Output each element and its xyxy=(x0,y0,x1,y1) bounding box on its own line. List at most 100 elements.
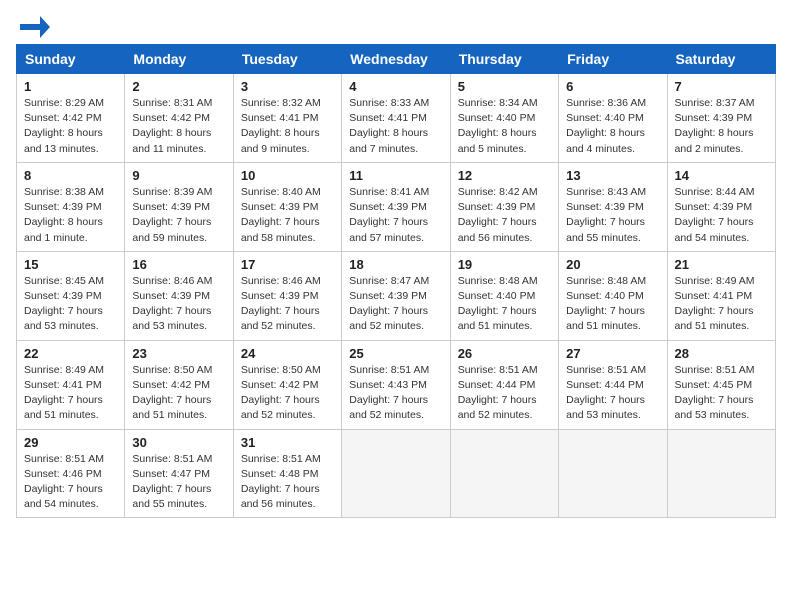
daylight-label: Daylight: 8 hours and 13 minutes. xyxy=(24,127,103,154)
sunrise-label: Sunrise: 8:36 AM xyxy=(566,97,646,109)
sunrise-label: Sunrise: 8:42 AM xyxy=(458,186,538,198)
day-number: 17 xyxy=(241,257,334,272)
day-number: 3 xyxy=(241,79,334,94)
weekday-header-saturday: Saturday xyxy=(667,45,775,74)
sunrise-label: Sunrise: 8:48 AM xyxy=(458,275,538,287)
sunrise-label: Sunrise: 8:43 AM xyxy=(566,186,646,198)
day-number: 19 xyxy=(458,257,551,272)
day-detail: Sunrise: 8:45 AM Sunset: 4:39 PM Dayligh… xyxy=(24,274,117,335)
day-detail: Sunrise: 8:43 AM Sunset: 4:39 PM Dayligh… xyxy=(566,185,659,246)
calendar-cell: 23 Sunrise: 8:50 AM Sunset: 4:42 PM Dayl… xyxy=(125,340,233,429)
calendar-week-4: 22 Sunrise: 8:49 AM Sunset: 4:41 PM Dayl… xyxy=(17,340,776,429)
sunset-label: Sunset: 4:47 PM xyxy=(132,468,210,480)
weekday-header-row: SundayMondayTuesdayWednesdayThursdayFrid… xyxy=(17,45,776,74)
daylight-label: Daylight: 7 hours and 53 minutes. xyxy=(566,394,645,421)
sunset-label: Sunset: 4:39 PM xyxy=(566,201,644,213)
day-detail: Sunrise: 8:49 AM Sunset: 4:41 PM Dayligh… xyxy=(675,274,768,335)
day-detail: Sunrise: 8:51 AM Sunset: 4:48 PM Dayligh… xyxy=(241,452,334,513)
day-number: 8 xyxy=(24,168,117,183)
sunset-label: Sunset: 4:39 PM xyxy=(132,201,210,213)
calendar-cell: 7 Sunrise: 8:37 AM Sunset: 4:39 PM Dayli… xyxy=(667,74,775,163)
calendar-cell: 15 Sunrise: 8:45 AM Sunset: 4:39 PM Dayl… xyxy=(17,251,125,340)
day-number: 25 xyxy=(349,346,442,361)
daylight-label: Daylight: 7 hours and 55 minutes. xyxy=(566,216,645,243)
sunrise-label: Sunrise: 8:51 AM xyxy=(566,364,646,376)
calendar-cell: 29 Sunrise: 8:51 AM Sunset: 4:46 PM Dayl… xyxy=(17,429,125,518)
sunset-label: Sunset: 4:41 PM xyxy=(675,290,753,302)
day-detail: Sunrise: 8:29 AM Sunset: 4:42 PM Dayligh… xyxy=(24,96,117,157)
calendar-cell: 30 Sunrise: 8:51 AM Sunset: 4:47 PM Dayl… xyxy=(125,429,233,518)
calendar-cell: 28 Sunrise: 8:51 AM Sunset: 4:45 PM Dayl… xyxy=(667,340,775,429)
daylight-label: Daylight: 7 hours and 54 minutes. xyxy=(675,216,754,243)
day-detail: Sunrise: 8:37 AM Sunset: 4:39 PM Dayligh… xyxy=(675,96,768,157)
sunrise-label: Sunrise: 8:50 AM xyxy=(241,364,321,376)
calendar-header: SundayMondayTuesdayWednesdayThursdayFrid… xyxy=(17,45,776,74)
weekday-header-friday: Friday xyxy=(559,45,667,74)
sunset-label: Sunset: 4:42 PM xyxy=(132,379,210,391)
weekday-header-sunday: Sunday xyxy=(17,45,125,74)
page-header xyxy=(16,16,776,32)
calendar-cell: 18 Sunrise: 8:47 AM Sunset: 4:39 PM Dayl… xyxy=(342,251,450,340)
daylight-label: Daylight: 7 hours and 52 minutes. xyxy=(349,394,428,421)
day-detail: Sunrise: 8:31 AM Sunset: 4:42 PM Dayligh… xyxy=(132,96,225,157)
day-detail: Sunrise: 8:36 AM Sunset: 4:40 PM Dayligh… xyxy=(566,96,659,157)
calendar-cell: 31 Sunrise: 8:51 AM Sunset: 4:48 PM Dayl… xyxy=(233,429,341,518)
daylight-label: Daylight: 7 hours and 52 minutes. xyxy=(241,305,320,332)
sunrise-label: Sunrise: 8:33 AM xyxy=(349,97,429,109)
calendar-cell: 12 Sunrise: 8:42 AM Sunset: 4:39 PM Dayl… xyxy=(450,162,558,251)
calendar-cell: 10 Sunrise: 8:40 AM Sunset: 4:39 PM Dayl… xyxy=(233,162,341,251)
day-number: 5 xyxy=(458,79,551,94)
day-detail: Sunrise: 8:51 AM Sunset: 4:47 PM Dayligh… xyxy=(132,452,225,513)
sunset-label: Sunset: 4:39 PM xyxy=(675,201,753,213)
calendar-cell: 11 Sunrise: 8:41 AM Sunset: 4:39 PM Dayl… xyxy=(342,162,450,251)
daylight-label: Daylight: 7 hours and 51 minutes. xyxy=(24,394,103,421)
sunrise-label: Sunrise: 8:45 AM xyxy=(24,275,104,287)
sunrise-label: Sunrise: 8:40 AM xyxy=(241,186,321,198)
daylight-label: Daylight: 7 hours and 51 minutes. xyxy=(458,305,537,332)
sunrise-label: Sunrise: 8:44 AM xyxy=(675,186,755,198)
day-number: 1 xyxy=(24,79,117,94)
sunset-label: Sunset: 4:44 PM xyxy=(458,379,536,391)
weekday-header-tuesday: Tuesday xyxy=(233,45,341,74)
sunrise-label: Sunrise: 8:51 AM xyxy=(241,453,321,465)
day-detail: Sunrise: 8:40 AM Sunset: 4:39 PM Dayligh… xyxy=(241,185,334,246)
day-number: 22 xyxy=(24,346,117,361)
day-number: 11 xyxy=(349,168,442,183)
sunrise-label: Sunrise: 8:29 AM xyxy=(24,97,104,109)
calendar-cell: 13 Sunrise: 8:43 AM Sunset: 4:39 PM Dayl… xyxy=(559,162,667,251)
day-number: 13 xyxy=(566,168,659,183)
day-detail: Sunrise: 8:51 AM Sunset: 4:45 PM Dayligh… xyxy=(675,363,768,424)
sunset-label: Sunset: 4:44 PM xyxy=(566,379,644,391)
sunset-label: Sunset: 4:39 PM xyxy=(241,201,319,213)
logo xyxy=(16,16,50,32)
calendar-cell: 19 Sunrise: 8:48 AM Sunset: 4:40 PM Dayl… xyxy=(450,251,558,340)
calendar-body: 1 Sunrise: 8:29 AM Sunset: 4:42 PM Dayli… xyxy=(17,74,776,518)
calendar-cell: 2 Sunrise: 8:31 AM Sunset: 4:42 PM Dayli… xyxy=(125,74,233,163)
weekday-header-monday: Monday xyxy=(125,45,233,74)
daylight-label: Daylight: 7 hours and 55 minutes. xyxy=(132,483,211,510)
day-detail: Sunrise: 8:46 AM Sunset: 4:39 PM Dayligh… xyxy=(241,274,334,335)
calendar-cell: 8 Sunrise: 8:38 AM Sunset: 4:39 PM Dayli… xyxy=(17,162,125,251)
daylight-label: Daylight: 7 hours and 53 minutes. xyxy=(24,305,103,332)
sunset-label: Sunset: 4:46 PM xyxy=(24,468,102,480)
day-detail: Sunrise: 8:48 AM Sunset: 4:40 PM Dayligh… xyxy=(458,274,551,335)
sunrise-label: Sunrise: 8:51 AM xyxy=(24,453,104,465)
calendar-cell: 14 Sunrise: 8:44 AM Sunset: 4:39 PM Dayl… xyxy=(667,162,775,251)
sunrise-label: Sunrise: 8:46 AM xyxy=(241,275,321,287)
daylight-label: Daylight: 8 hours and 11 minutes. xyxy=(132,127,211,154)
sunrise-label: Sunrise: 8:34 AM xyxy=(458,97,538,109)
day-number: 30 xyxy=(132,435,225,450)
calendar-cell: 22 Sunrise: 8:49 AM Sunset: 4:41 PM Dayl… xyxy=(17,340,125,429)
day-detail: Sunrise: 8:49 AM Sunset: 4:41 PM Dayligh… xyxy=(24,363,117,424)
sunrise-label: Sunrise: 8:49 AM xyxy=(675,275,755,287)
calendar-week-5: 29 Sunrise: 8:51 AM Sunset: 4:46 PM Dayl… xyxy=(17,429,776,518)
sunset-label: Sunset: 4:41 PM xyxy=(349,112,427,124)
calendar-cell: 1 Sunrise: 8:29 AM Sunset: 4:42 PM Dayli… xyxy=(17,74,125,163)
day-number: 24 xyxy=(241,346,334,361)
sunset-label: Sunset: 4:41 PM xyxy=(24,379,102,391)
sunset-label: Sunset: 4:42 PM xyxy=(132,112,210,124)
calendar-week-2: 8 Sunrise: 8:38 AM Sunset: 4:39 PM Dayli… xyxy=(17,162,776,251)
day-number: 7 xyxy=(675,79,768,94)
day-number: 29 xyxy=(24,435,117,450)
daylight-label: Daylight: 8 hours and 9 minutes. xyxy=(241,127,320,154)
